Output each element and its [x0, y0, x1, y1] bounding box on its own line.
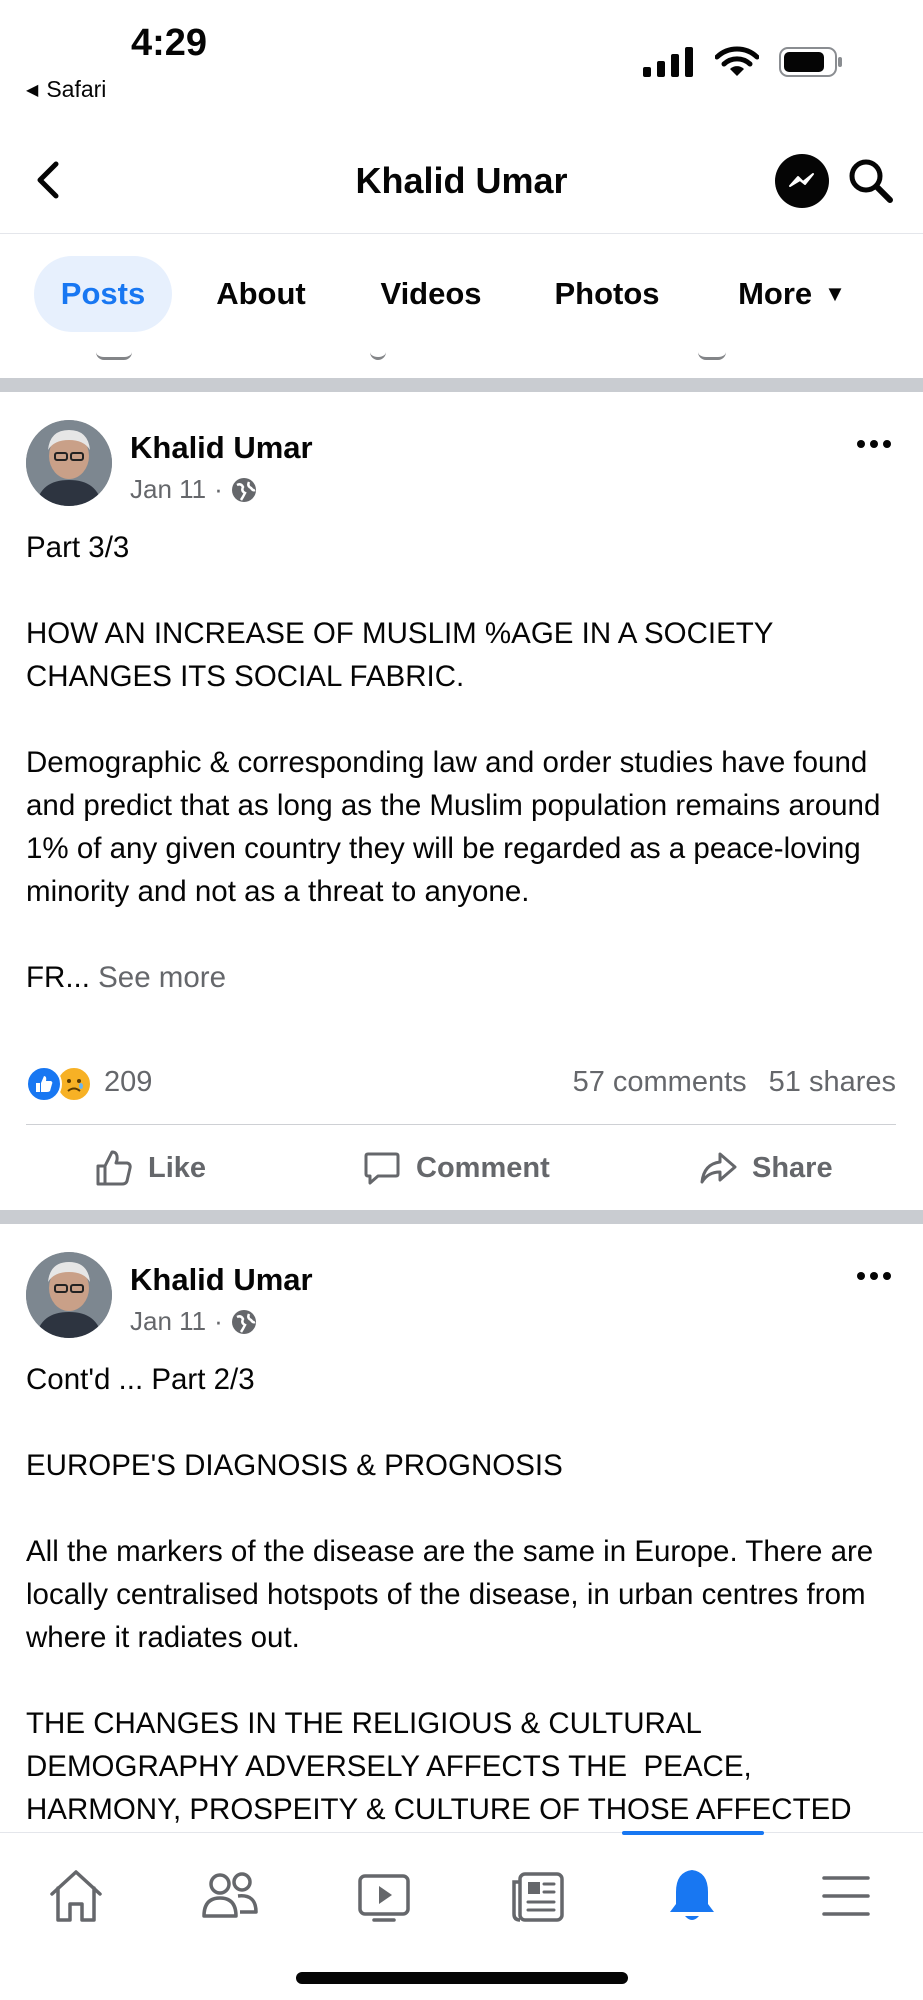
- profile-tabs: Posts About Videos Photos More ▼: [0, 236, 923, 336]
- comment-icon: [364, 1152, 400, 1185]
- page-header: Khalid Umar: [0, 130, 923, 234]
- tab-label: Posts: [60, 276, 146, 311]
- post-body: Cont'd ... Part 2/3 EUROPE'S DIAGNOSIS &…: [26, 1358, 906, 1831]
- post-meta: Jan 11 ·: [130, 474, 257, 505]
- comment-icon: [96, 336, 132, 360]
- nav-notifications[interactable]: [652, 1861, 732, 1931]
- bell-icon: [670, 1870, 714, 1920]
- tab-label: Videos: [380, 276, 482, 311]
- comment-label: Comment: [416, 1151, 550, 1184]
- status-bar: 4:29 ◀ Safari: [0, 0, 923, 110]
- post-date[interactable]: Jan 11: [130, 1306, 206, 1337]
- avatar-image: [26, 1252, 112, 1338]
- messenger-icon: [789, 173, 814, 187]
- nav-menu[interactable]: [806, 1861, 886, 1931]
- tab-videos[interactable]: Videos: [356, 256, 506, 332]
- share-icon: [370, 336, 386, 360]
- tab-about[interactable]: About: [196, 256, 326, 332]
- share-icon: [700, 1152, 737, 1184]
- home-indicator: [296, 1972, 628, 1984]
- post-options-icon[interactable]: [857, 1266, 897, 1286]
- back-app-label: Safari: [46, 76, 107, 102]
- messenger-button[interactable]: [775, 154, 829, 208]
- avatar-image: [26, 420, 112, 506]
- tab-label: About: [216, 276, 306, 311]
- nav-news[interactable]: [498, 1861, 578, 1931]
- like-button[interactable]: Like: [94, 1125, 206, 1211]
- post-card: Khalid Umar Jan 11 · Part 3/3 HOW AN INC…: [0, 392, 923, 1206]
- nav-home[interactable]: [36, 1861, 116, 1931]
- newsfeed-icon: [512, 1872, 564, 1922]
- scrolled-action-row: [0, 336, 923, 376]
- post-paragraph: EUROPE'S DIAGNOSIS & PROGNOSIS: [26, 1449, 563, 1482]
- share-label: Share: [752, 1151, 833, 1184]
- battery-icon: [779, 47, 842, 77]
- reaction-icons: [26, 1066, 96, 1104]
- back-triangle-icon: ◀: [26, 81, 39, 99]
- post-author[interactable]: Khalid Umar: [130, 430, 313, 466]
- post-paragraph-truncated: FR... See more: [26, 956, 906, 999]
- thumbs-up-icon: [96, 1150, 132, 1186]
- back-to-app-link[interactable]: ◀ Safari: [26, 76, 106, 103]
- post-date[interactable]: Jan 11: [130, 474, 206, 505]
- post-meta: Jan 11 ·: [130, 1306, 257, 1337]
- back-arrow-icon[interactable]: [30, 158, 70, 202]
- post-options-icon[interactable]: [857, 434, 897, 454]
- shares-count[interactable]: 51 shares: [769, 1066, 896, 1099]
- post-paragraph: HOW AN INCREASE OF MUSLIM %AGE IN A SOCI…: [26, 617, 782, 693]
- post-paragraph: Part 3/3: [26, 531, 130, 564]
- tab-label: More: [738, 276, 813, 311]
- tab-photos[interactable]: Photos: [536, 256, 678, 332]
- comments-count[interactable]: 57 comments: [573, 1066, 747, 1099]
- globe-icon: [231, 477, 256, 502]
- video-icon: [358, 1874, 410, 1922]
- avatar[interactable]: [26, 1252, 112, 1338]
- reactions-summary[interactable]: 209 57 comments 51 shares: [26, 1062, 896, 1102]
- like-icon: [698, 336, 726, 360]
- share-button[interactable]: Share: [698, 1125, 833, 1211]
- post-actions: Like Comment Share: [26, 1124, 896, 1210]
- post-separator: [0, 1210, 923, 1224]
- like-label: Like: [148, 1151, 207, 1184]
- post-paragraph: THE CHANGES IN THE RELIGIOUS & CULTURAL …: [26, 1707, 852, 1826]
- post-paragraph: Cont'd ... Part 2/3: [26, 1363, 255, 1396]
- caret-down-icon: ▼: [824, 281, 846, 306]
- home-icon: [50, 1870, 102, 1922]
- post-paragraph: All the markers of the disease are the s…: [26, 1535, 882, 1654]
- tab-more[interactable]: More ▼: [712, 256, 872, 332]
- nav-watch[interactable]: [344, 1861, 424, 1931]
- hamburger-menu-icon: [822, 1876, 870, 1916]
- like-reaction-icon: [26, 1066, 62, 1102]
- friends-icon: [202, 1872, 258, 1918]
- tab-posts[interactable]: Posts: [34, 256, 172, 332]
- signal-icon: [643, 47, 693, 77]
- truncated-text: FR...: [26, 961, 90, 994]
- wifi-icon: [715, 46, 759, 76]
- search-icon[interactable]: [846, 156, 896, 206]
- see-more-link[interactable]: See more: [98, 961, 226, 994]
- post-separator: [0, 378, 923, 392]
- post-card: Khalid Umar Jan 11 · Cont'd ... Part 2/3…: [0, 1224, 923, 1832]
- reaction-count: 209: [104, 1066, 153, 1098]
- post-body: Part 3/3 HOW AN INCREASE OF MUSLIM %AGE …: [26, 526, 906, 999]
- tab-label: Photos: [554, 276, 660, 311]
- comment-button[interactable]: Comment: [362, 1125, 550, 1211]
- post-paragraph: Demographic & corresponding law and orde…: [26, 746, 889, 908]
- avatar[interactable]: [26, 420, 112, 506]
- status-time: 4:29: [131, 22, 208, 64]
- active-tab-indicator: [622, 1831, 764, 1835]
- post-author[interactable]: Khalid Umar: [130, 1262, 313, 1298]
- globe-icon: [231, 1309, 256, 1334]
- nav-friends[interactable]: [190, 1861, 270, 1931]
